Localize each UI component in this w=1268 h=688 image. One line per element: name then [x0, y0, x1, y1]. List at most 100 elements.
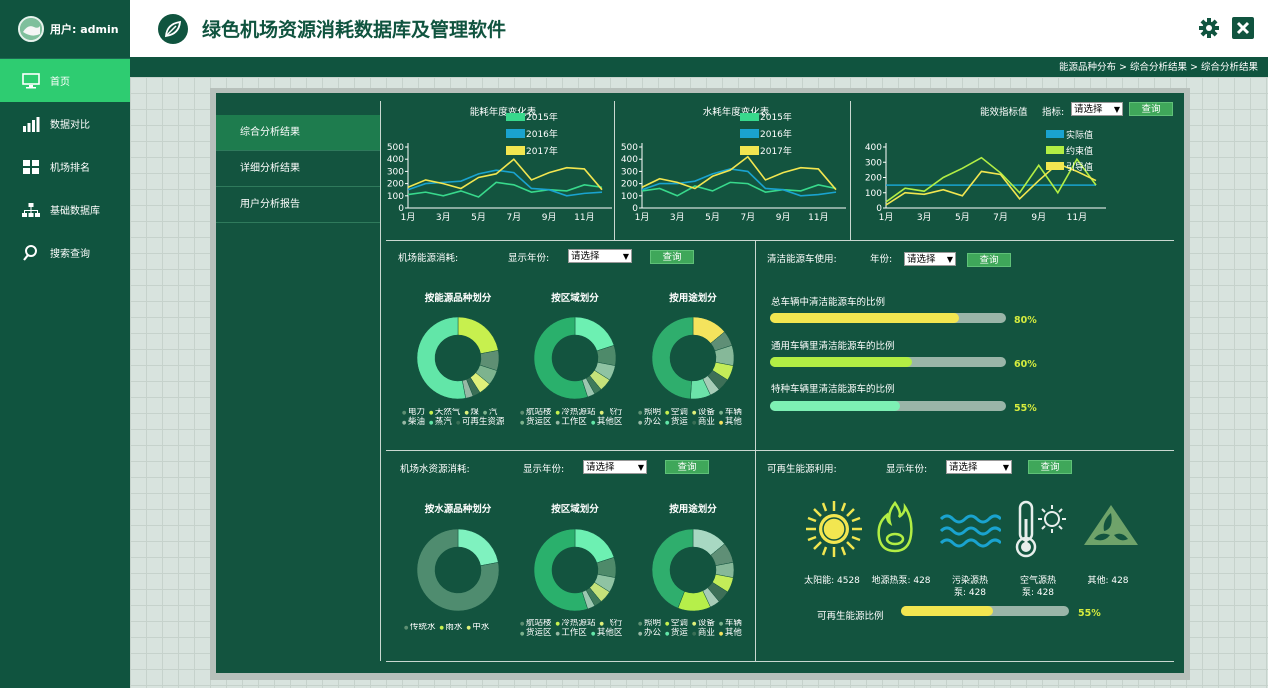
x-tick-label: 1月	[635, 212, 650, 223]
renew-label: 其他: 428	[1087, 576, 1129, 586]
x-tick-label: 9月	[542, 212, 557, 223]
legend-label: 2015年	[760, 113, 792, 123]
hierarchy-icon	[22, 201, 40, 219]
legend-dot: ●	[664, 410, 671, 416]
legend-item: ● 货运	[664, 417, 688, 427]
sidebar-item-label: 首页	[50, 77, 70, 88]
legend-item: ● 其他区	[590, 417, 623, 427]
y-tick-label: 400	[387, 155, 404, 165]
legend-item: ● 雨水	[439, 623, 463, 632]
clean-query-button[interactable]: 查询	[967, 253, 1011, 267]
donut-title: 按能源品种划分	[424, 293, 492, 304]
legend-item: ● 车辆	[718, 408, 742, 417]
avatar[interactable]	[18, 16, 44, 42]
grid-icon	[22, 158, 40, 176]
legend-dot: ●	[599, 410, 606, 416]
legend-item: ● 空调	[664, 619, 688, 628]
legend-dot: ●	[638, 621, 644, 627]
donut-title: 按水源品种划分	[424, 504, 492, 515]
legend-label: 引导值	[1066, 161, 1093, 173]
legend-dot: ●	[718, 410, 725, 416]
sidebar: 用户: admin 首页 数据对比 机场排名 基础数据库 搜索查询	[0, 0, 130, 688]
y-tick-label: 400	[865, 143, 882, 153]
legend-swatch	[506, 129, 525, 138]
x-tick-label: 9月	[1031, 212, 1046, 223]
leaf-plane-logo-icon	[158, 13, 188, 44]
renew-year-select[interactable]: 请选择 ▼	[946, 460, 1012, 474]
progress-fill	[770, 313, 959, 323]
subnav-detail[interactable]: 详细分析结果	[216, 151, 380, 187]
energy-year-select[interactable]: 请选择 ▼	[568, 249, 632, 263]
legend-item: ● 柴油	[402, 417, 425, 427]
legend-label: 2015年	[526, 113, 558, 123]
y-tick-label: 100	[865, 189, 882, 199]
legend-label: 2016年	[526, 128, 558, 140]
energy-use-legend: ● 照明 ● 空调 ● 设备 ● 车辆 ● 办公 ● 货运 ● 商业 ● 其他	[638, 408, 754, 428]
sun-icon	[804, 499, 864, 562]
sidebar-item-search[interactable]: 搜索查询	[0, 231, 130, 274]
donut-slice	[574, 316, 615, 352]
x-tick-label: 1月	[401, 212, 416, 223]
legend-dot: ●	[466, 625, 473, 631]
legend-dot: ●	[691, 420, 698, 426]
water-use-legend: ● 照明 ● 空调 ● 设备 ● 车辆 ● 办公 ● 货运 ● 商业 ● 其他	[638, 619, 754, 639]
progress-label: 通用车辆里清洁能源车的比例	[771, 341, 895, 352]
clean-year-select[interactable]: 请选择 ▼	[904, 252, 956, 266]
renew-query-button[interactable]: 查询	[1028, 460, 1072, 474]
legend-item: ● 办公	[638, 417, 661, 427]
renew-label: 空气源热 泵: 428	[1019, 576, 1056, 598]
donut-slice	[457, 528, 499, 566]
legend-swatch	[740, 113, 759, 121]
legend-dot: ●	[555, 410, 562, 416]
legend-dot: ●	[428, 410, 435, 416]
water-year-select[interactable]: 请选择 ▼	[583, 460, 647, 474]
sidebar-item-compare[interactable]: 数据对比	[0, 102, 130, 145]
gear-icon[interactable]	[1198, 17, 1220, 42]
x-tick-label: 5月	[471, 212, 486, 223]
water-query-button[interactable]: 查询	[665, 460, 709, 474]
legend-dot: ●	[520, 410, 526, 416]
legend-item: ● 工作区	[555, 628, 587, 638]
legend-dot: ●	[455, 420, 462, 426]
legend-item: ● 飞行	[599, 619, 623, 628]
waves-icon	[939, 511, 1003, 554]
progress-fill	[770, 357, 912, 367]
legend-item: ● 货运	[664, 628, 688, 638]
legend-item: ● 办公	[638, 628, 661, 638]
sidebar-item-home[interactable]: 首页	[0, 59, 130, 102]
close-icon[interactable]	[1232, 17, 1254, 42]
legend-item: ● 可再生资源	[455, 417, 505, 427]
legend-swatch	[740, 129, 759, 138]
legend-item: ● 其他	[718, 417, 742, 427]
x-tick-label: 9月	[776, 212, 791, 223]
legend-item: ● 货运区	[520, 417, 552, 427]
legend-dot: ●	[482, 410, 489, 416]
water-use-donut	[651, 528, 735, 612]
legend-dot: ●	[638, 420, 644, 426]
legend-dot: ●	[464, 410, 471, 416]
energy-query-button[interactable]: 查询	[650, 250, 694, 264]
legend-dot: ●	[718, 631, 725, 637]
renew-ratio-bar	[901, 606, 1069, 616]
user-info: 用户: admin	[0, 0, 130, 59]
subnav-summary[interactable]: 综合分析结果	[216, 115, 380, 151]
energy-use-donut	[651, 316, 735, 400]
legend-dot: ●	[691, 621, 698, 627]
subnav-report[interactable]: 用户分析报告	[216, 187, 380, 223]
sidebar-item-ranking[interactable]: 机场排名	[0, 145, 130, 188]
y-tick-label: 500	[621, 143, 638, 153]
sidebar-item-database[interactable]: 基础数据库	[0, 188, 130, 231]
progress-bar	[770, 357, 1006, 367]
legend-item: ● 煤	[464, 408, 479, 417]
series-line	[885, 156, 1097, 203]
x-tick-label: 3月	[670, 212, 685, 223]
leaf-recycle-icon	[1080, 503, 1142, 556]
legend-item: ● 汽	[482, 408, 498, 417]
legend-item: ● 天然气	[428, 408, 461, 417]
thermometer-icon	[1012, 499, 1068, 562]
legend-label: 实际值	[1066, 129, 1093, 141]
flame-icon	[877, 499, 913, 558]
legend-row: ● 传统水 ● 雨水 ● 中水	[404, 623, 520, 633]
legend-swatch	[1046, 162, 1064, 170]
y-tick-label: 300	[621, 167, 638, 177]
